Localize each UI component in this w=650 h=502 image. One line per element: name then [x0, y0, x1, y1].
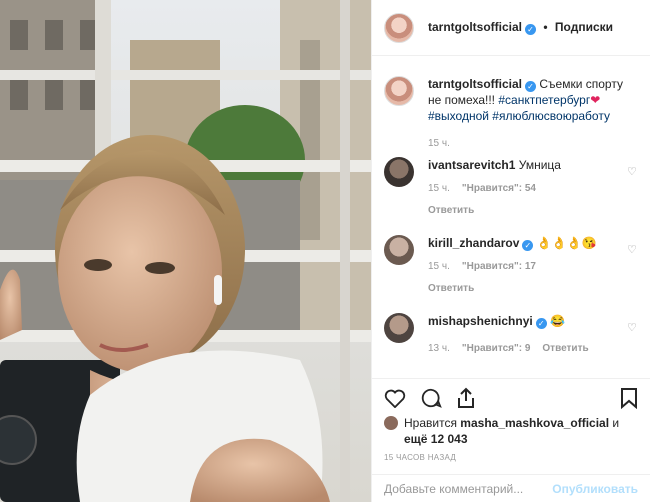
separator-dot: • [543, 20, 548, 34]
caption-avatar[interactable] [384, 76, 414, 106]
following-button[interactable]: Подписки [555, 20, 613, 34]
publish-button[interactable]: Опубликовать [552, 482, 638, 496]
reply-button[interactable]: Ответить [542, 343, 588, 354]
posted-time[interactable]: 15 ЧАСОВ НАЗАД [384, 453, 638, 462]
comment-username[interactable]: kirill_zhandarov [428, 236, 519, 250]
comment-text: Умница [518, 158, 561, 172]
like-comment-heart-icon[interactable]: ♡ [627, 245, 638, 256]
like-comment-heart-icon[interactable]: ♡ [627, 323, 638, 334]
comments-list[interactable]: tarntgoltsofficial ✓ Съемки спорту не пом… [372, 57, 650, 377]
post-side-panel: tarntgoltsofficial ✓ • Подписки tarntgolt… [371, 0, 650, 502]
comment-text: 😂 [550, 314, 565, 328]
comment-avatar[interactable] [384, 235, 414, 265]
likes-count[interactable]: ещё 12 043 [404, 432, 468, 446]
liker-username[interactable]: masha_mashkova_official [460, 416, 609, 430]
verified-icon: ✓ [535, 318, 547, 329]
reply-button[interactable]: Ответить [428, 281, 638, 297]
heart-emoji: ❤ [590, 93, 601, 107]
comment-time[interactable]: 13 ч. [428, 343, 450, 354]
comment-item: ivantsarevitch1 Умница 15 ч. "Нравится": … [372, 157, 650, 219]
post-photo[interactable] [0, 0, 371, 502]
comment-item: mishapshenichnyi ✓ 😂 13 ч. "Нравится": 9 От… [372, 313, 650, 357]
like-comment-heart-icon[interactable]: ♡ [627, 167, 638, 178]
comment-likes[interactable]: "Нравится": 17 [462, 261, 536, 272]
likes-summary: Нравится masha_mashkova_official и ещё 1… [384, 415, 638, 447]
save-bookmark-icon[interactable] [620, 387, 638, 409]
comment-bubble-icon[interactable] [420, 387, 442, 409]
comment-text: 👌👌👌😘 [536, 236, 597, 250]
post-header: tarntgoltsofficial ✓ • Подписки [372, 0, 650, 56]
hashtag-links[interactable]: #выходной #ялюблюсвоюработу [428, 109, 610, 123]
reply-button[interactable]: Ответить [428, 203, 638, 219]
hashtag-link[interactable]: #санктпетербург [498, 93, 590, 107]
selfie-image [0, 0, 371, 502]
comment-input[interactable]: Добавьте комментарий... [384, 482, 552, 496]
author-username[interactable]: tarntgoltsofficial [428, 20, 522, 34]
comment-username[interactable]: ivantsarevitch1 [428, 158, 515, 172]
comment-likes[interactable]: "Нравится": 54 [462, 183, 536, 194]
liker-avatar[interactable] [384, 416, 398, 430]
verified-icon: ✓ [522, 240, 534, 251]
likes-prefix: Нравится [404, 416, 457, 430]
caption-time[interactable]: 15 ч. [428, 138, 450, 149]
caption-username[interactable]: tarntgoltsofficial [428, 77, 522, 91]
add-comment-bar: Добавьте комментарий... Опубликовать [372, 474, 650, 502]
author-avatar[interactable] [384, 12, 414, 43]
post-actions: Нравится masha_mashkova_official и ещё 1… [372, 378, 650, 462]
caption: tarntgoltsofficial ✓ Съемки спорту не пом… [372, 76, 650, 152]
comment-likes[interactable]: "Нравится": 9 [462, 343, 531, 354]
comment-avatar[interactable] [384, 157, 414, 187]
comment-username[interactable]: mishapshenichnyi [428, 314, 533, 328]
comment-item: kirill_zhandarov ✓ 👌👌👌😘 15 ч. "Нравится": … [372, 235, 650, 297]
verified-icon: ✓ [525, 24, 537, 35]
verified-icon: ✓ [525, 81, 537, 92]
comment-time[interactable]: 15 ч. [428, 183, 450, 194]
like-heart-icon[interactable] [384, 388, 406, 408]
comment-time[interactable]: 15 ч. [428, 261, 450, 272]
likes-suffix: и [612, 416, 620, 430]
share-upload-icon[interactable] [456, 387, 476, 409]
comment-avatar[interactable] [384, 313, 414, 343]
